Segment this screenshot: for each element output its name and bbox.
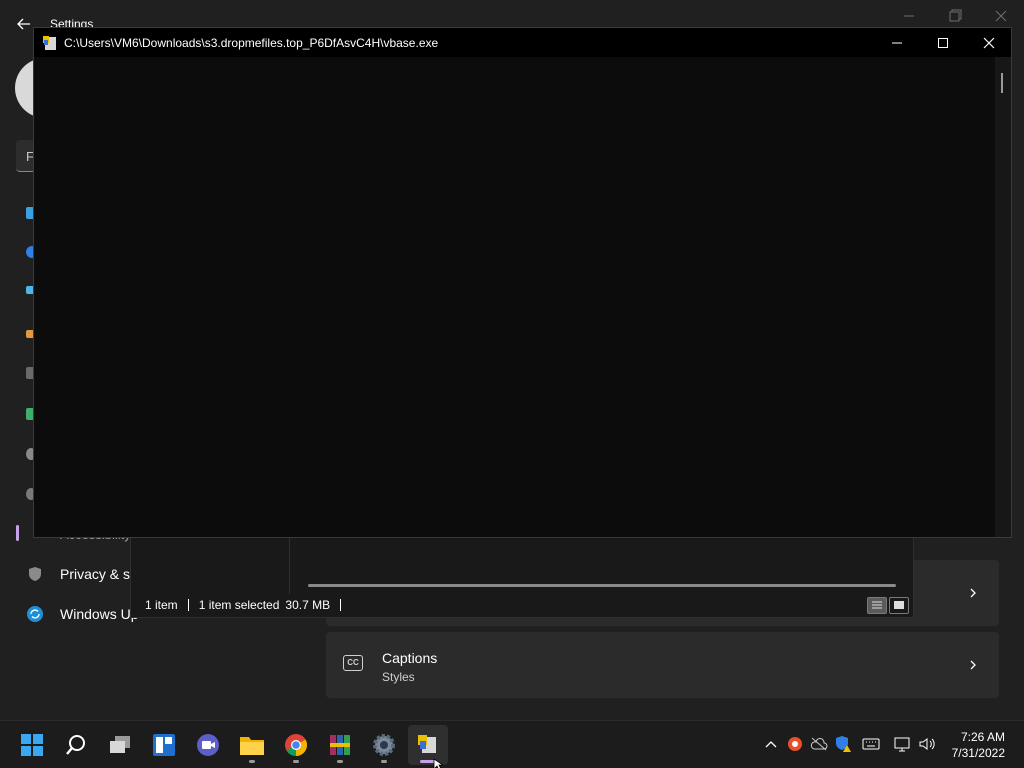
status-bar: 1 item 1 item selected 30.7 MB bbox=[145, 598, 351, 612]
console-titlebar[interactable]: C:\Users\VM6\Downloads\s3.dropmefiles.to… bbox=[34, 28, 1011, 57]
console-vertical-scrollbar[interactable] bbox=[995, 57, 1011, 537]
task-view-icon bbox=[110, 736, 130, 753]
settings-minimize-icon[interactable] bbox=[894, 6, 924, 26]
status-selected: 1 item selected bbox=[198, 598, 280, 612]
chat-button[interactable] bbox=[188, 725, 228, 765]
chevron-right-icon bbox=[970, 660, 976, 670]
details-view-button[interactable] bbox=[867, 597, 887, 614]
chrome-button[interactable] bbox=[276, 725, 316, 765]
network-button[interactable] bbox=[894, 734, 912, 754]
console-minimize-button[interactable] bbox=[874, 28, 920, 57]
speaker-icon bbox=[919, 738, 935, 750]
clock-time: 7:26 AM bbox=[960, 730, 1005, 744]
task-view-button[interactable] bbox=[100, 725, 140, 765]
console-close-button[interactable] bbox=[966, 28, 1012, 57]
details-view-icon bbox=[872, 601, 882, 609]
large-icons-view-button[interactable] bbox=[889, 597, 909, 614]
tray-cloud-button[interactable] bbox=[810, 734, 828, 754]
sidebar-item-windows-update-label: Windows Up bbox=[60, 606, 139, 622]
mouse-cursor-icon bbox=[433, 758, 443, 768]
chat-icon bbox=[197, 734, 219, 756]
captions-subtitle: Styles bbox=[382, 670, 415, 684]
winrar-icon bbox=[330, 735, 350, 755]
closed-captions-icon: CC bbox=[343, 655, 363, 671]
file-explorer-icon bbox=[240, 737, 264, 755]
close-icon bbox=[983, 37, 995, 48]
show-hidden-icons-button[interactable] bbox=[762, 734, 780, 754]
chrome-icon bbox=[285, 734, 307, 756]
keyboard-icon bbox=[862, 738, 880, 750]
widgets-button[interactable] bbox=[144, 725, 184, 765]
taskbar: 7:26 AM 7/31/2022 bbox=[0, 720, 1024, 768]
console-maximize-button[interactable] bbox=[920, 28, 966, 57]
windows-update-icon bbox=[26, 605, 44, 623]
console-window[interactable]: C:\Users\VM6\Downloads\s3.dropmefiles.to… bbox=[33, 27, 1012, 538]
sidebar-item-privacy-label: Privacy & se bbox=[60, 566, 138, 582]
status-item-count: 1 item bbox=[145, 598, 178, 612]
clock[interactable]: 7:26 AM 7/31/2022 bbox=[952, 729, 1005, 761]
status-size: 30.7 MB bbox=[285, 598, 331, 612]
settings-icon bbox=[373, 734, 395, 756]
minimize-icon bbox=[892, 42, 902, 43]
keyboard-button[interactable] bbox=[862, 734, 880, 754]
volume-button[interactable] bbox=[918, 734, 936, 754]
windows-security-warning-icon bbox=[836, 736, 851, 752]
file-explorer-button[interactable] bbox=[232, 725, 272, 765]
console-scroll-thumb[interactable] bbox=[1001, 73, 1003, 93]
network-icon bbox=[894, 737, 910, 752]
winrar-button[interactable] bbox=[320, 725, 360, 765]
running-indicator bbox=[293, 760, 299, 763]
vbase-icon bbox=[418, 735, 436, 753]
console-title: C:\Users\VM6\Downloads\s3.dropmefiles.to… bbox=[64, 36, 439, 50]
file-explorer-window: 1 item 1 item selected 30.7 MB bbox=[130, 536, 914, 618]
large-icons-view-icon bbox=[894, 601, 904, 609]
back-arrow-icon[interactable] bbox=[14, 14, 34, 34]
captions-card[interactable]: CC Captions Styles bbox=[326, 632, 999, 698]
status-separator bbox=[340, 599, 342, 611]
settings-button[interactable] bbox=[364, 725, 404, 765]
running-indicator bbox=[249, 760, 255, 763]
chevron-up-icon bbox=[765, 741, 777, 748]
maximize-icon bbox=[938, 37, 948, 48]
clock-date: 7/31/2022 bbox=[951, 746, 1005, 760]
antivirus-icon bbox=[788, 737, 802, 751]
shield-icon bbox=[26, 565, 44, 583]
start-button[interactable] bbox=[12, 725, 52, 765]
horizontal-scrollbar[interactable] bbox=[308, 584, 896, 587]
tray-app-icon[interactable] bbox=[786, 734, 804, 754]
settings-close-icon[interactable] bbox=[986, 6, 1016, 26]
running-indicator bbox=[337, 760, 343, 763]
search-button[interactable] bbox=[56, 725, 96, 765]
settings-restore-icon[interactable] bbox=[940, 6, 970, 26]
onedrive-off-icon bbox=[810, 737, 828, 751]
vbase-app-icon bbox=[43, 36, 56, 50]
nav-selection-indicator bbox=[16, 525, 19, 541]
windows-logo-icon bbox=[21, 734, 43, 756]
pane-divider bbox=[289, 536, 290, 594]
search-icon bbox=[66, 735, 85, 755]
captions-title: Captions bbox=[382, 650, 438, 666]
tray-security-button[interactable] bbox=[834, 734, 852, 754]
chevron-right-icon bbox=[970, 588, 976, 598]
widgets-icon bbox=[153, 734, 175, 756]
status-separator bbox=[187, 599, 189, 611]
running-indicator bbox=[381, 760, 387, 763]
